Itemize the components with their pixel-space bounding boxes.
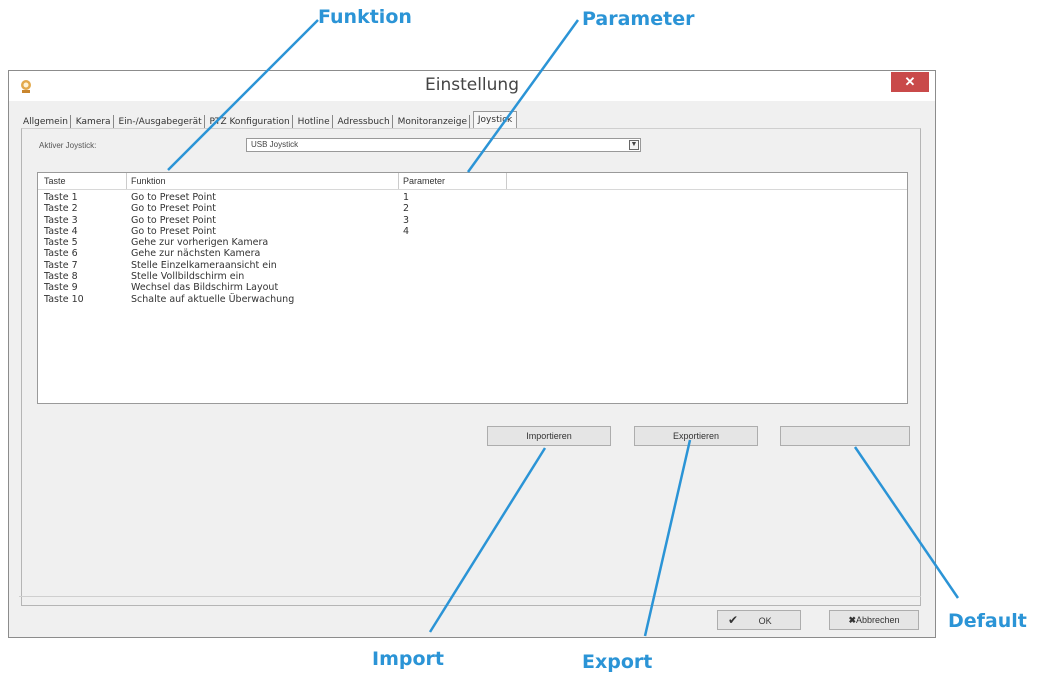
annotation-export: Export: [582, 651, 653, 673]
annotation-parameter: Parameter: [582, 8, 695, 30]
default-pointer-line: [853, 446, 960, 599]
annotation-default: Default: [948, 610, 1027, 632]
annotation-import: Import: [372, 648, 444, 670]
export-pointer-line: [643, 439, 692, 637]
funktion-pointer-line: [167, 19, 319, 171]
annotation-lines: [167, 19, 960, 637]
parameter-pointer-line: [466, 19, 580, 173]
annotation-funktion: Funktion: [318, 6, 412, 28]
import-pointer-line: [428, 447, 547, 633]
